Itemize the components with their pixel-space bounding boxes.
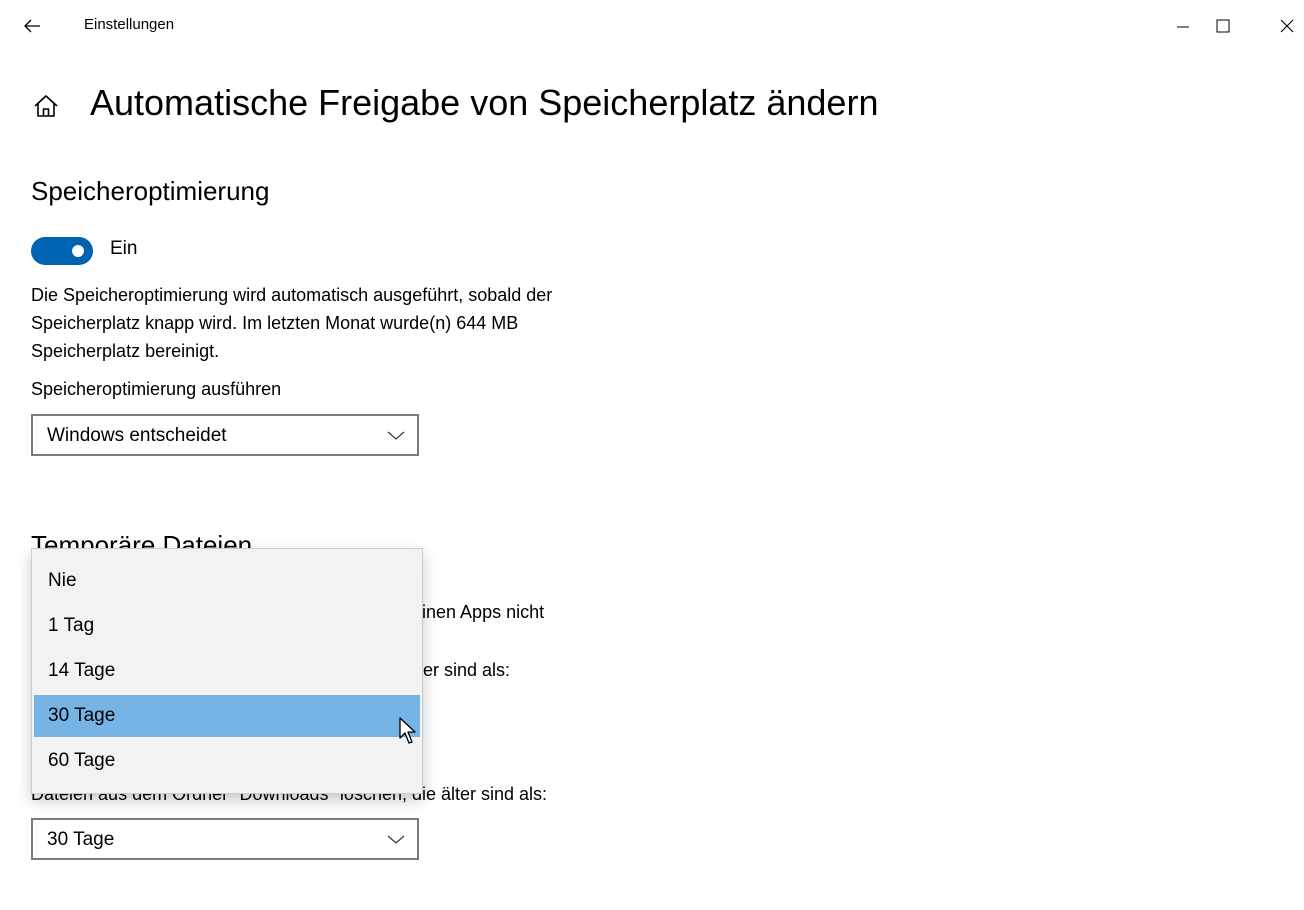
- dropdown-popup: Nie 1 Tag 14 Tage 30 Tage 60 Tage: [31, 548, 423, 794]
- dropdown-option-label: 1 Tag: [48, 615, 95, 636]
- page-title: Automatische Freigabe von Speicherplatz …: [90, 82, 879, 123]
- chevron-down-icon: [387, 835, 405, 844]
- toggle-knob: [72, 245, 84, 257]
- arrow-left-icon: [24, 19, 40, 33]
- mouse-cursor-icon: [399, 717, 416, 744]
- downloads-age-select[interactable]: 30 Tage: [31, 818, 419, 860]
- chevron-down-icon: [387, 431, 405, 440]
- toggle-state-label: Ein: [110, 238, 138, 259]
- downloads-age-value: 30 Tage: [47, 829, 115, 850]
- storage-sense-heading: Speicheroptimierung: [31, 176, 270, 206]
- run-storage-sense-select[interactable]: Windows entscheidet: [31, 414, 419, 456]
- maximize-icon: [1216, 19, 1230, 33]
- dropdown-option-1-tag[interactable]: 1 Tag: [34, 605, 420, 647]
- temp-files-partial-text-1: einen Apps nicht: [412, 602, 545, 622]
- close-icon: [1280, 19, 1294, 33]
- storage-sense-description-line-1: Die Speicheroptimierung wird automatisch…: [31, 285, 553, 305]
- storage-sense-description-line-2: Speicherplatz knapp wird. Im letzten Mon…: [31, 313, 519, 333]
- dropdown-option-60-tage[interactable]: 60 Tage: [34, 740, 420, 782]
- temp-files-partial-text-2: lter sind als:: [414, 660, 511, 680]
- dropdown-option-label: 14 Tage: [48, 660, 116, 681]
- dropdown-option-30-tage[interactable]: 30 Tage: [34, 695, 420, 737]
- run-storage-sense-value: Windows entscheidet: [47, 425, 227, 446]
- window-title: Einstellungen: [84, 16, 175, 33]
- dropdown-option-label: Nie: [48, 570, 77, 591]
- back-button[interactable]: [14, 10, 50, 42]
- close-button[interactable]: [1264, 6, 1304, 46]
- storage-sense-description-line-3: Speicherplatz bereinigt.: [31, 341, 220, 361]
- storage-sense-toggle[interactable]: [31, 237, 93, 265]
- dropdown-option-14-tage[interactable]: 14 Tage: [34, 650, 420, 692]
- home-icon[interactable]: [30, 90, 62, 122]
- dropdown-option-label: 60 Tage: [48, 750, 116, 771]
- run-storage-sense-label: Speicheroptimierung ausführen: [31, 379, 282, 399]
- maximize-button[interactable]: [1200, 6, 1246, 46]
- dropdown-option-label: 30 Tage: [48, 705, 116, 726]
- dropdown-option-nie[interactable]: Nie: [34, 560, 420, 602]
- minimize-icon: [1177, 26, 1189, 28]
